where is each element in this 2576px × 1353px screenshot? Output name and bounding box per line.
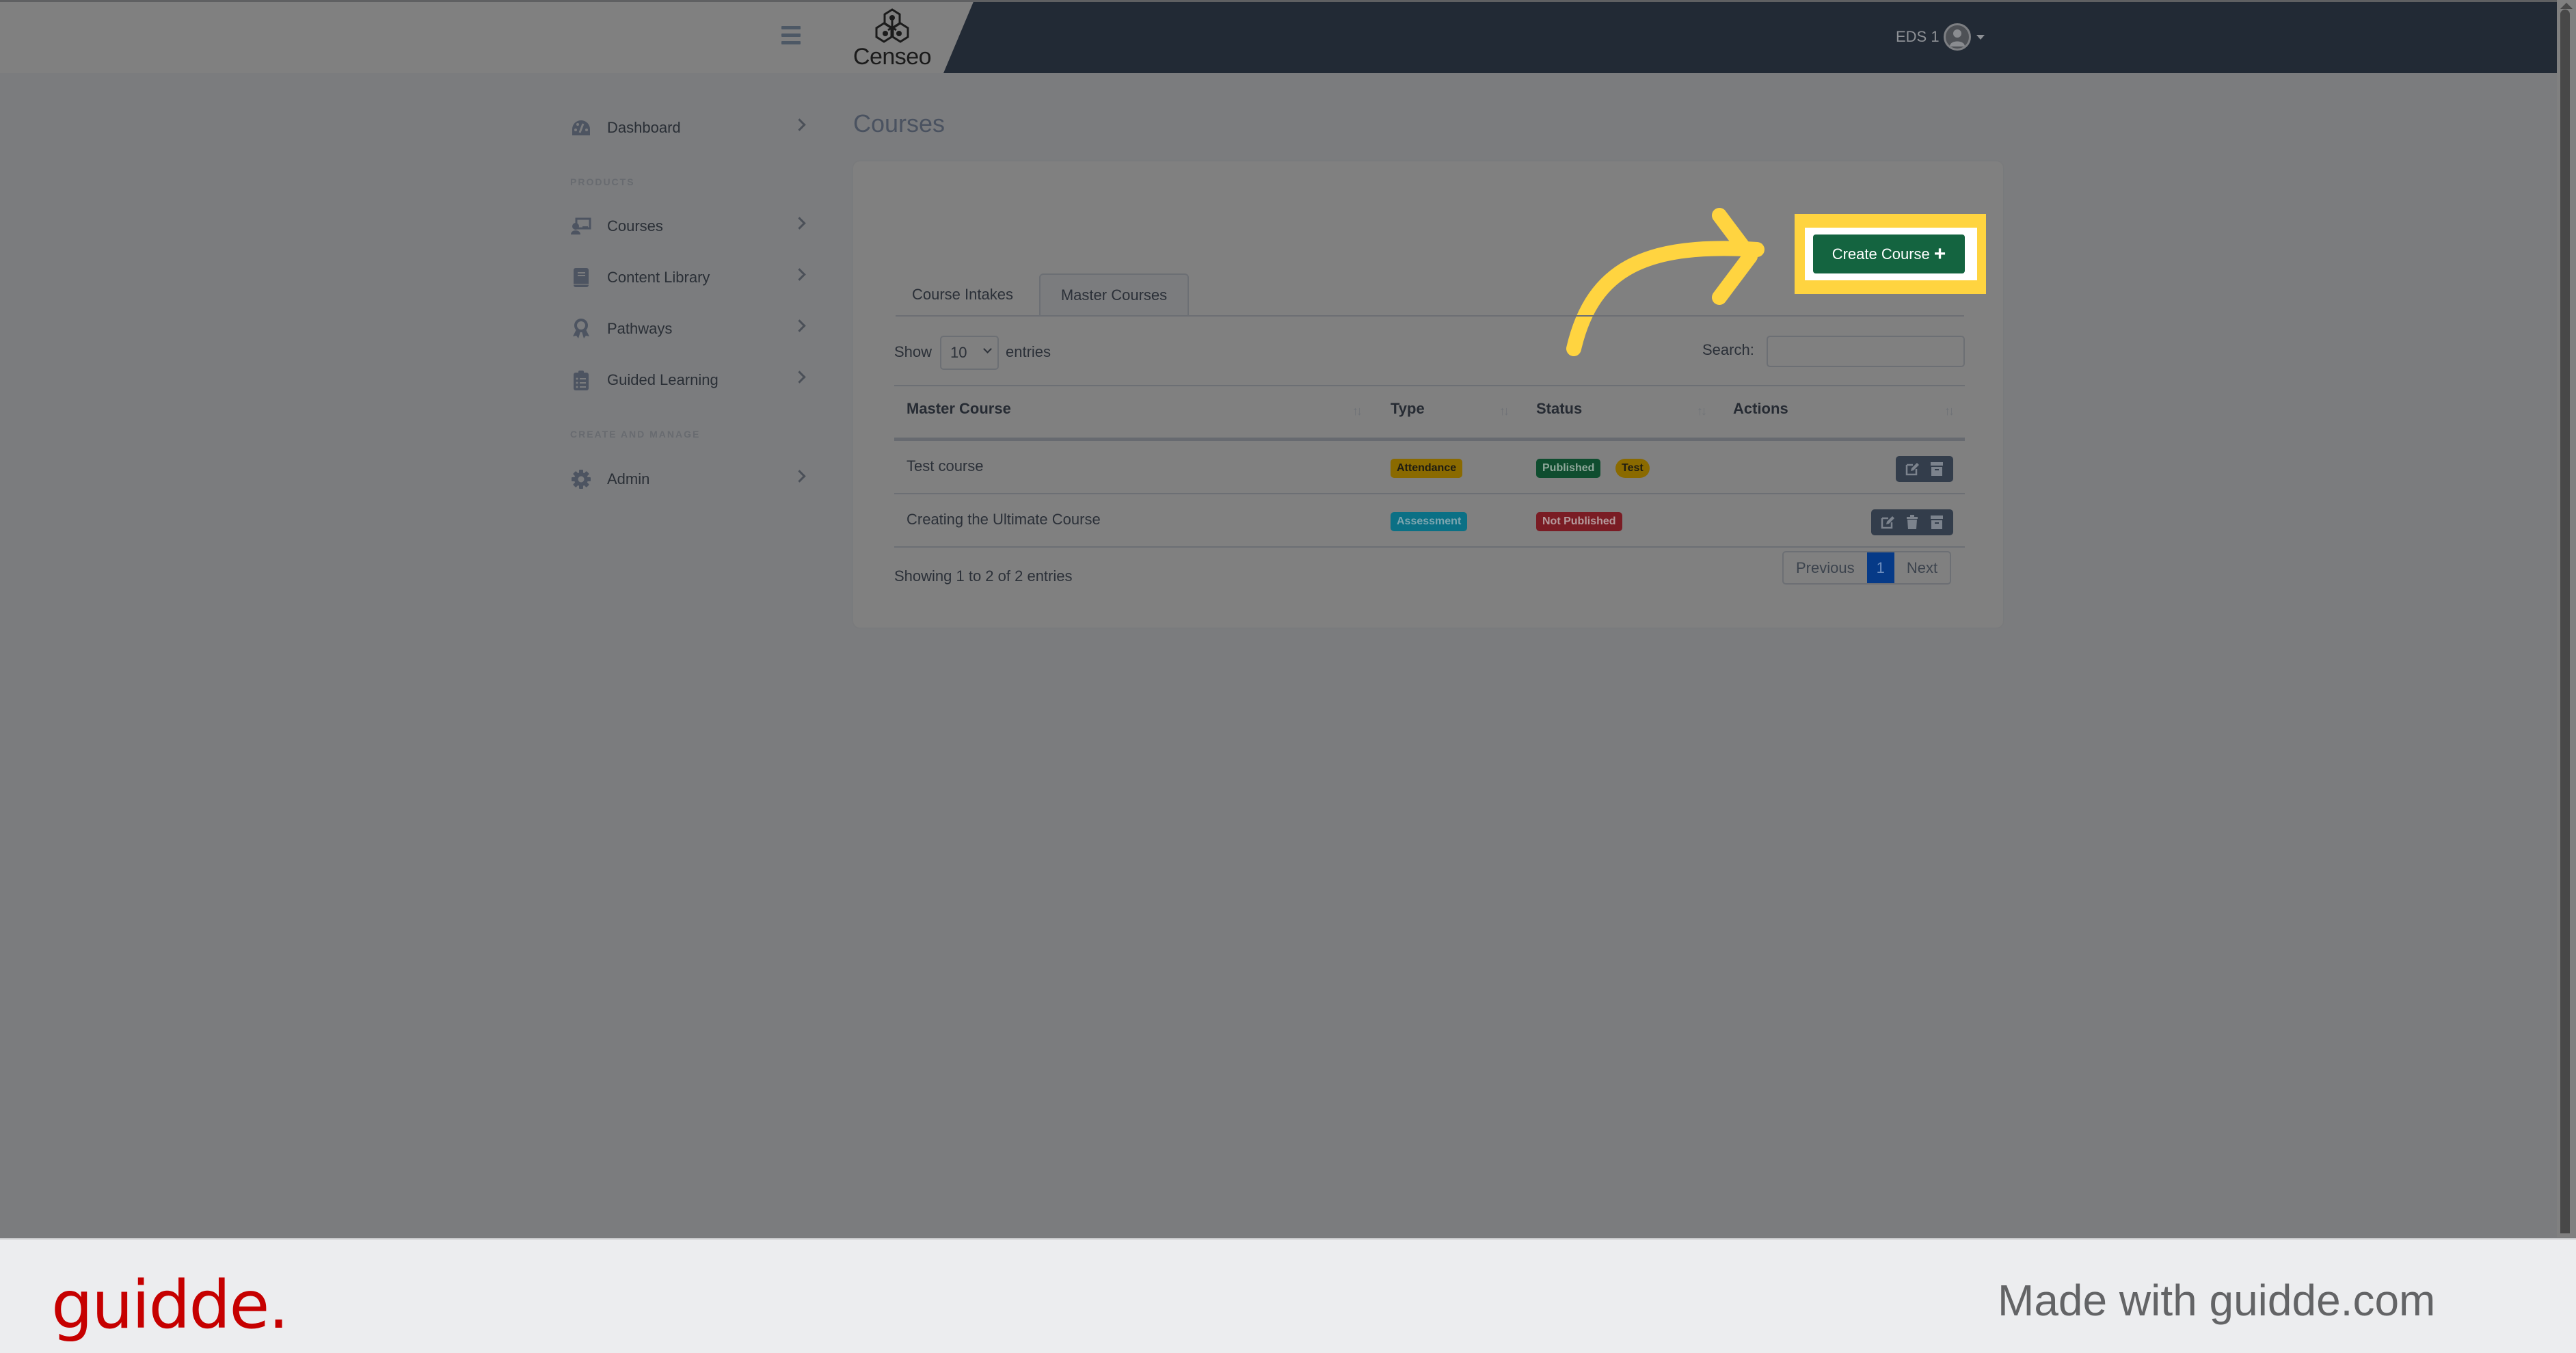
navbar-top-border bbox=[0, 0, 2557, 2]
tab-master-courses[interactable]: Master Courses bbox=[1039, 273, 1189, 315]
status-badge: Published bbox=[1536, 459, 1601, 478]
sidebar-item-dashboard[interactable]: Dashboard bbox=[567, 111, 807, 145]
hamburger-icon[interactable] bbox=[781, 26, 801, 46]
sidebar-item-content-library[interactable]: Content Library bbox=[567, 260, 807, 295]
table-header: Master Course ↑↓ Type ↑↓ Status ↑↓ Actio… bbox=[894, 385, 1965, 441]
tab-course-intakes[interactable]: Course Intakes bbox=[896, 273, 1030, 315]
censeo-logo[interactable]: Censeo bbox=[848, 7, 937, 70]
pagination: Previous 1 Next bbox=[1782, 551, 1952, 585]
sidebar-item-label: Guided Learning bbox=[607, 371, 719, 388]
sidebar-item-label: Content Library bbox=[607, 269, 710, 286]
book-icon bbox=[570, 267, 592, 289]
pagination-previous[interactable]: Previous bbox=[1784, 552, 1867, 583]
sort-icon[interactable]: ↑↓ bbox=[1944, 404, 1955, 418]
search-label: Search: bbox=[1702, 341, 1754, 358]
user-name: EDS 1 bbox=[1896, 28, 1940, 45]
sidebar-item-label: Pathways bbox=[607, 320, 673, 337]
clipboard-list-icon bbox=[570, 369, 592, 391]
dashboard-gauge-icon bbox=[570, 117, 592, 139]
tab-label: Course Intakes bbox=[912, 285, 1013, 303]
chevron-down-icon bbox=[983, 345, 992, 353]
search-input[interactable] bbox=[1767, 336, 1965, 367]
sidebar-item-admin[interactable]: Admin bbox=[567, 462, 807, 496]
tab-label: Master Courses bbox=[1060, 286, 1168, 304]
entries-label: entries bbox=[1006, 343, 1051, 360]
chevron-right-icon bbox=[793, 217, 806, 230]
sidebar-item-label: Courses bbox=[607, 217, 663, 235]
guidde-tagline: Made with guidde.com bbox=[1998, 1276, 2436, 1325]
trash-icon[interactable] bbox=[1900, 512, 1924, 533]
top-navbar: Censeo EDS 1 bbox=[0, 0, 2557, 73]
create-course-label: Create Course bbox=[1832, 245, 1930, 263]
row-actions bbox=[1896, 456, 1953, 482]
table-info: Showing 1 to 2 of 2 entries bbox=[894, 567, 1073, 585]
chevron-right-icon bbox=[793, 118, 806, 131]
column-header-master-course[interactable]: Master Course bbox=[907, 400, 1011, 418]
course-name[interactable]: Test course bbox=[907, 457, 984, 475]
chevron-right-icon bbox=[793, 470, 806, 483]
column-header-type[interactable]: Type bbox=[1391, 400, 1425, 418]
status-badge: Test bbox=[1615, 459, 1650, 478]
table-row: Creating the Ultimate Course Assessment … bbox=[894, 494, 1965, 548]
show-label: Show bbox=[894, 343, 933, 360]
page-title: Courses bbox=[853, 109, 945, 137]
sidebar-item-label: Admin bbox=[607, 470, 650, 487]
plus-icon: + bbox=[1933, 242, 1946, 265]
chevron-right-icon bbox=[793, 268, 806, 281]
master-courses-table: Master Course ↑↓ Type ↑↓ Status ↑↓ Actio… bbox=[894, 385, 1965, 548]
page-scrollbar[interactable] bbox=[2557, 0, 2576, 1237]
type-badge: Attendance bbox=[1391, 459, 1463, 478]
gear-icon bbox=[570, 468, 592, 490]
award-icon bbox=[570, 318, 592, 340]
sort-icon[interactable]: ↑↓ bbox=[1499, 404, 1510, 418]
column-header-actions[interactable]: Actions bbox=[1733, 400, 1788, 418]
chevron-right-icon bbox=[793, 371, 806, 384]
censeo-logo-icon bbox=[875, 8, 909, 43]
edit-icon[interactable] bbox=[1875, 512, 1900, 533]
chalkboard-teacher-icon bbox=[570, 215, 592, 237]
guidde-footer: guidde. Made with guidde.com bbox=[0, 1238, 2576, 1353]
navbar-brand-area bbox=[0, 0, 974, 73]
sidebar-item-courses[interactable]: Courses bbox=[567, 209, 807, 243]
user-menu[interactable]: EDS 1 bbox=[1896, 22, 1985, 52]
status-badge: Not Published bbox=[1536, 512, 1622, 531]
guidde-logo: guidde. bbox=[51, 1267, 289, 1343]
sort-icon[interactable]: ↑↓ bbox=[1697, 404, 1707, 418]
sidebar-item-label: Dashboard bbox=[607, 119, 681, 136]
type-badge: Assessment bbox=[1391, 512, 1468, 531]
entries-per-page-value: 10 bbox=[950, 344, 967, 361]
edit-icon[interactable] bbox=[1900, 459, 1924, 479]
row-actions bbox=[1871, 509, 1953, 535]
pagination-page-1[interactable]: 1 bbox=[1866, 552, 1894, 583]
caret-down-icon bbox=[1976, 34, 1985, 40]
scrollbar-thumb[interactable] bbox=[2560, 10, 2570, 1233]
sidebar-section-products: PRODUCTS bbox=[570, 176, 635, 187]
pagination-next[interactable]: Next bbox=[1894, 552, 1950, 583]
scroll-up-arrow-icon[interactable] bbox=[2560, 3, 2573, 9]
brand-name: Censeo bbox=[853, 44, 932, 70]
user-avatar-icon bbox=[1943, 23, 1971, 51]
course-tabs: Course Intakes Master Courses bbox=[896, 273, 1964, 317]
chevron-right-icon bbox=[793, 319, 806, 332]
column-header-status[interactable]: Status bbox=[1536, 400, 1582, 418]
sidebar-section-create-and-manage: CREATE AND MANAGE bbox=[570, 429, 701, 440]
archive-icon[interactable] bbox=[1924, 512, 1949, 533]
create-course-button[interactable]: Create Course + bbox=[1813, 235, 1965, 273]
sidebar-item-pathways[interactable]: Pathways bbox=[567, 312, 807, 346]
course-name[interactable]: Creating the Ultimate Course bbox=[907, 511, 1101, 528]
table-row: Test course Attendance Published Test bbox=[894, 441, 1965, 494]
archive-icon[interactable] bbox=[1924, 459, 1949, 479]
entries-per-page-select[interactable]: 10 bbox=[940, 336, 999, 370]
sidebar-item-guided-learning[interactable]: Guided Learning bbox=[567, 363, 807, 397]
sort-icon[interactable]: ↑↓ bbox=[1352, 404, 1363, 418]
